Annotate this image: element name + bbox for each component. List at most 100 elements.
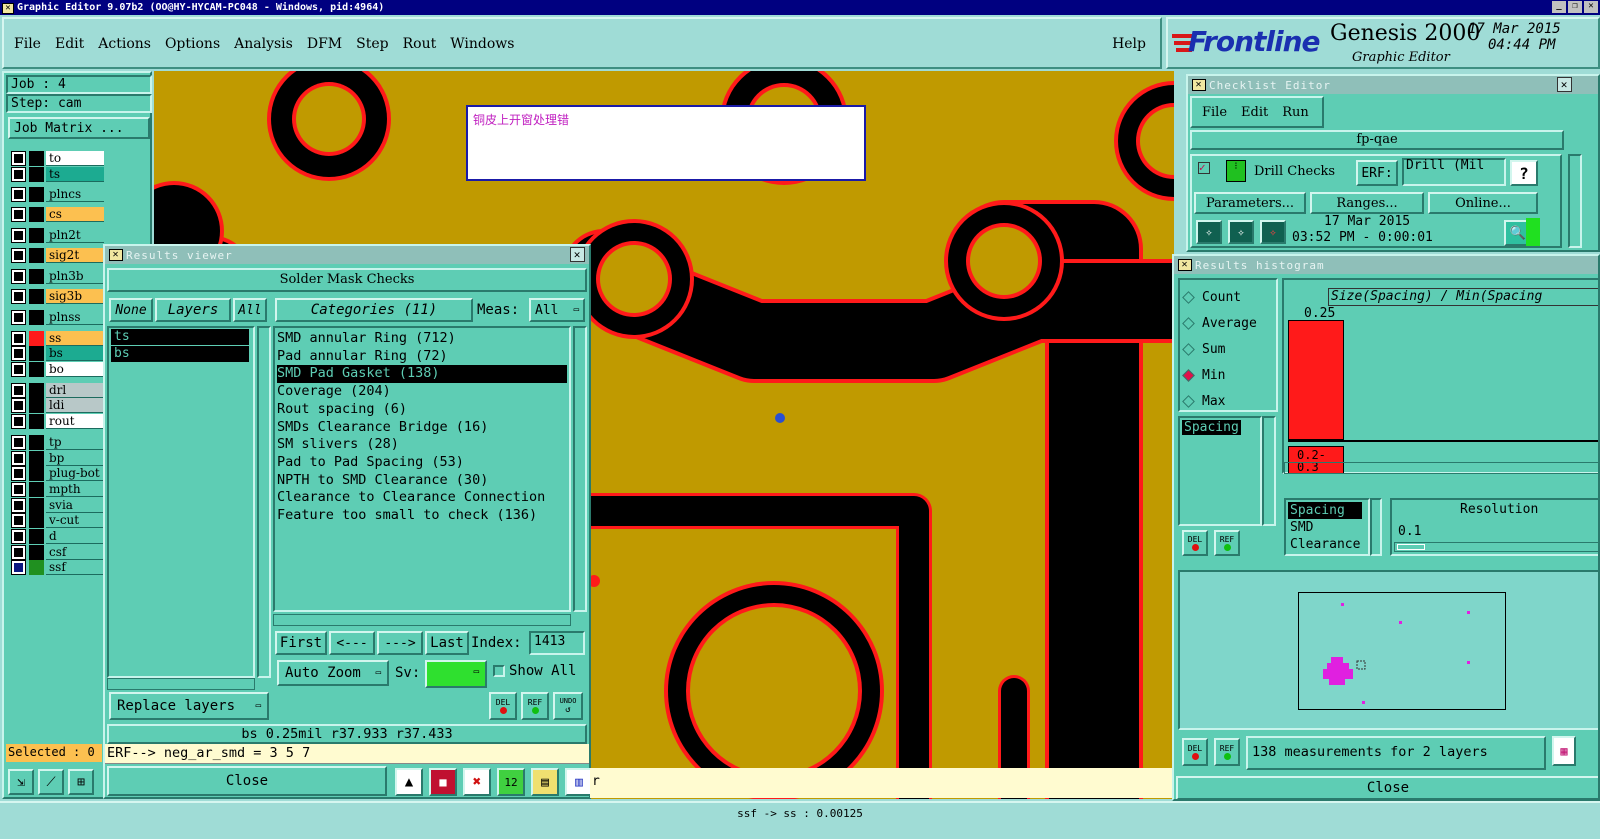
aggregate-option-max[interactable]: Max	[1182, 388, 1257, 414]
checklist-vscroll[interactable]	[1568, 154, 1582, 248]
close-icon[interactable]: ✕	[1557, 77, 1572, 92]
layer-name[interactable]: pln2t	[46, 228, 104, 243]
layer-row-drl[interactable]: drl	[11, 383, 104, 398]
aggregate-option-sum[interactable]: Sum	[1182, 336, 1257, 362]
layer-name[interactable]: mpth	[46, 482, 104, 497]
layer-name[interactable]: v-cut	[46, 513, 104, 528]
report-tool-icon[interactable]: ▤	[531, 768, 559, 796]
undo-button[interactable]: UNDO ↺	[553, 692, 583, 720]
radio-diamond-icon[interactable]	[1182, 342, 1195, 356]
menu-actions[interactable]: Actions	[98, 36, 151, 52]
layer-name[interactable]: ts	[46, 167, 104, 182]
result-layer-item[interactable]: bs	[111, 346, 249, 362]
close-icon[interactable]: ✕	[570, 247, 585, 262]
ranges-button[interactable]: Ranges...	[1310, 192, 1424, 214]
layer-checkbox[interactable]	[11, 187, 26, 202]
layer-row-cs[interactable]: cs	[11, 207, 104, 222]
replace-layers-button[interactable]: Replace layers ▭	[109, 692, 269, 720]
layer-name[interactable]: bp	[46, 451, 104, 466]
histogram-bar[interactable]	[1288, 320, 1344, 440]
categories-hscroll[interactable]	[273, 614, 571, 626]
all-layers-button[interactable]: All	[233, 298, 267, 322]
layer-checkbox[interactable]	[11, 151, 26, 166]
layer-name[interactable]: drl	[46, 383, 104, 398]
meas-item[interactable]: SMD	[1288, 519, 1362, 536]
layer-name[interactable]: cs	[46, 207, 104, 222]
layer-row-ssf[interactable]: ssf	[11, 560, 104, 575]
layer-list-hscroll[interactable]	[107, 678, 255, 690]
ref-button[interactable]: REF	[521, 692, 549, 720]
layer-checkbox[interactable]	[11, 269, 26, 284]
radio-diamond-icon[interactable]	[1182, 394, 1195, 408]
checklist-menu-edit[interactable]: Edit	[1241, 105, 1268, 120]
layer-checkbox[interactable]	[11, 560, 26, 575]
layer-row-tp[interactable]: tp	[11, 435, 104, 450]
meas-item[interactable]: Spacing	[1288, 502, 1363, 519]
layer-row-svia[interactable]: svia	[11, 498, 104, 513]
last-button[interactable]: Last	[425, 631, 469, 655]
index-input[interactable]: 1413	[529, 631, 585, 655]
categories-vscroll[interactable]	[573, 326, 587, 612]
aggregate-option-average[interactable]: Average	[1182, 310, 1257, 336]
layer-row-bp[interactable]: bp	[11, 451, 104, 466]
filter-tool-icon[interactable]: ✖	[463, 768, 491, 796]
auto-zoom-button[interactable]: Auto Zoom ▭	[277, 660, 389, 686]
layer-checkbox[interactable]	[11, 545, 26, 560]
layer-row-ts[interactable]: ts	[11, 167, 104, 182]
param-item[interactable]: Spacing	[1182, 420, 1241, 435]
aggregate-option-count[interactable]: Count	[1182, 284, 1257, 310]
layer-row-csf[interactable]: csf	[11, 545, 104, 560]
aggregate-option-min[interactable]: Min	[1182, 362, 1257, 388]
layer-checkbox[interactable]	[11, 167, 26, 182]
layer-row-ss[interactable]: ss	[11, 331, 104, 346]
layer-list-vscroll[interactable]	[257, 326, 271, 678]
layer-row-rout[interactable]: rout	[11, 414, 104, 429]
layer-name[interactable]: pln3b	[46, 269, 104, 284]
menu-edit[interactable]: Edit	[55, 36, 84, 52]
step-tool-icon[interactable]: 12	[497, 768, 525, 796]
menu-dfm[interactable]: DFM	[307, 36, 342, 52]
param-list-vscroll[interactable]	[1262, 416, 1276, 526]
layer-row-v-cut[interactable]: v-cut	[11, 513, 104, 528]
online-button[interactable]: Online...	[1428, 192, 1538, 214]
layer-name[interactable]: ss	[46, 331, 104, 346]
layer-name[interactable]: plug-bot	[46, 466, 104, 481]
menu-analysis[interactable]: Analysis	[234, 36, 293, 52]
layer-name[interactable]: to	[46, 151, 104, 166]
layer-name[interactable]: svia	[46, 498, 104, 513]
window-controls[interactable]: _ ❐ ✕	[1552, 1, 1598, 13]
category-item[interactable]: Feature too small to check (136)	[277, 507, 567, 525]
layer-row-bo[interactable]: bo	[11, 362, 104, 377]
layer-row-mpth[interactable]: mpth	[11, 482, 104, 497]
checklist-menu-run[interactable]: Run	[1282, 105, 1309, 120]
layer-checkbox[interactable]	[11, 289, 26, 304]
radio-diamond-icon[interactable]	[1182, 368, 1195, 382]
category-item[interactable]: SMD Pad Gasket (138)	[277, 365, 567, 384]
show-all-checkbox[interactable]	[493, 665, 505, 677]
layer-name[interactable]: ssf	[46, 560, 104, 575]
hist-del-button[interactable]: DEL	[1182, 530, 1208, 556]
layer-row-plnss[interactable]: plnss	[11, 310, 104, 325]
result-layer-item[interactable]: ts	[111, 329, 249, 345]
histogram-hscroll[interactable]	[1284, 462, 1598, 474]
meas-list[interactable]: Spacing SMD Clearance	[1284, 498, 1370, 556]
category-item[interactable]: Coverage (204)	[277, 383, 567, 401]
layers-button[interactable]: Layers	[155, 298, 231, 322]
layer-row-d[interactable]: d	[11, 529, 104, 544]
stop-action-icon[interactable]: ✧	[1260, 220, 1286, 244]
board-preview[interactable]	[1298, 592, 1506, 710]
category-item[interactable]: SMDs Clearance Bridge (16)	[277, 419, 567, 437]
check-enabled-checkbox[interactable]: ✓	[1198, 162, 1210, 174]
layer-name[interactable]: ldi	[46, 398, 104, 413]
categories-list[interactable]: SMD annular Ring (712) Pad annular Ring (…	[273, 326, 571, 612]
none-button[interactable]: None	[109, 298, 153, 322]
window-menu-icon[interactable]: ✕	[109, 249, 123, 261]
menu-windows[interactable]: Windows	[450, 36, 514, 52]
layer-name[interactable]: plncs	[46, 187, 104, 202]
param-list[interactable]: Spacing	[1178, 416, 1262, 526]
record-tool-icon[interactable]: ■	[429, 768, 457, 796]
meas-select[interactable]: All ▭	[529, 298, 585, 322]
menu-rout[interactable]: Rout	[403, 36, 437, 52]
hist2-del-button[interactable]: DEL	[1182, 738, 1208, 766]
radio-diamond-icon[interactable]	[1182, 290, 1195, 304]
